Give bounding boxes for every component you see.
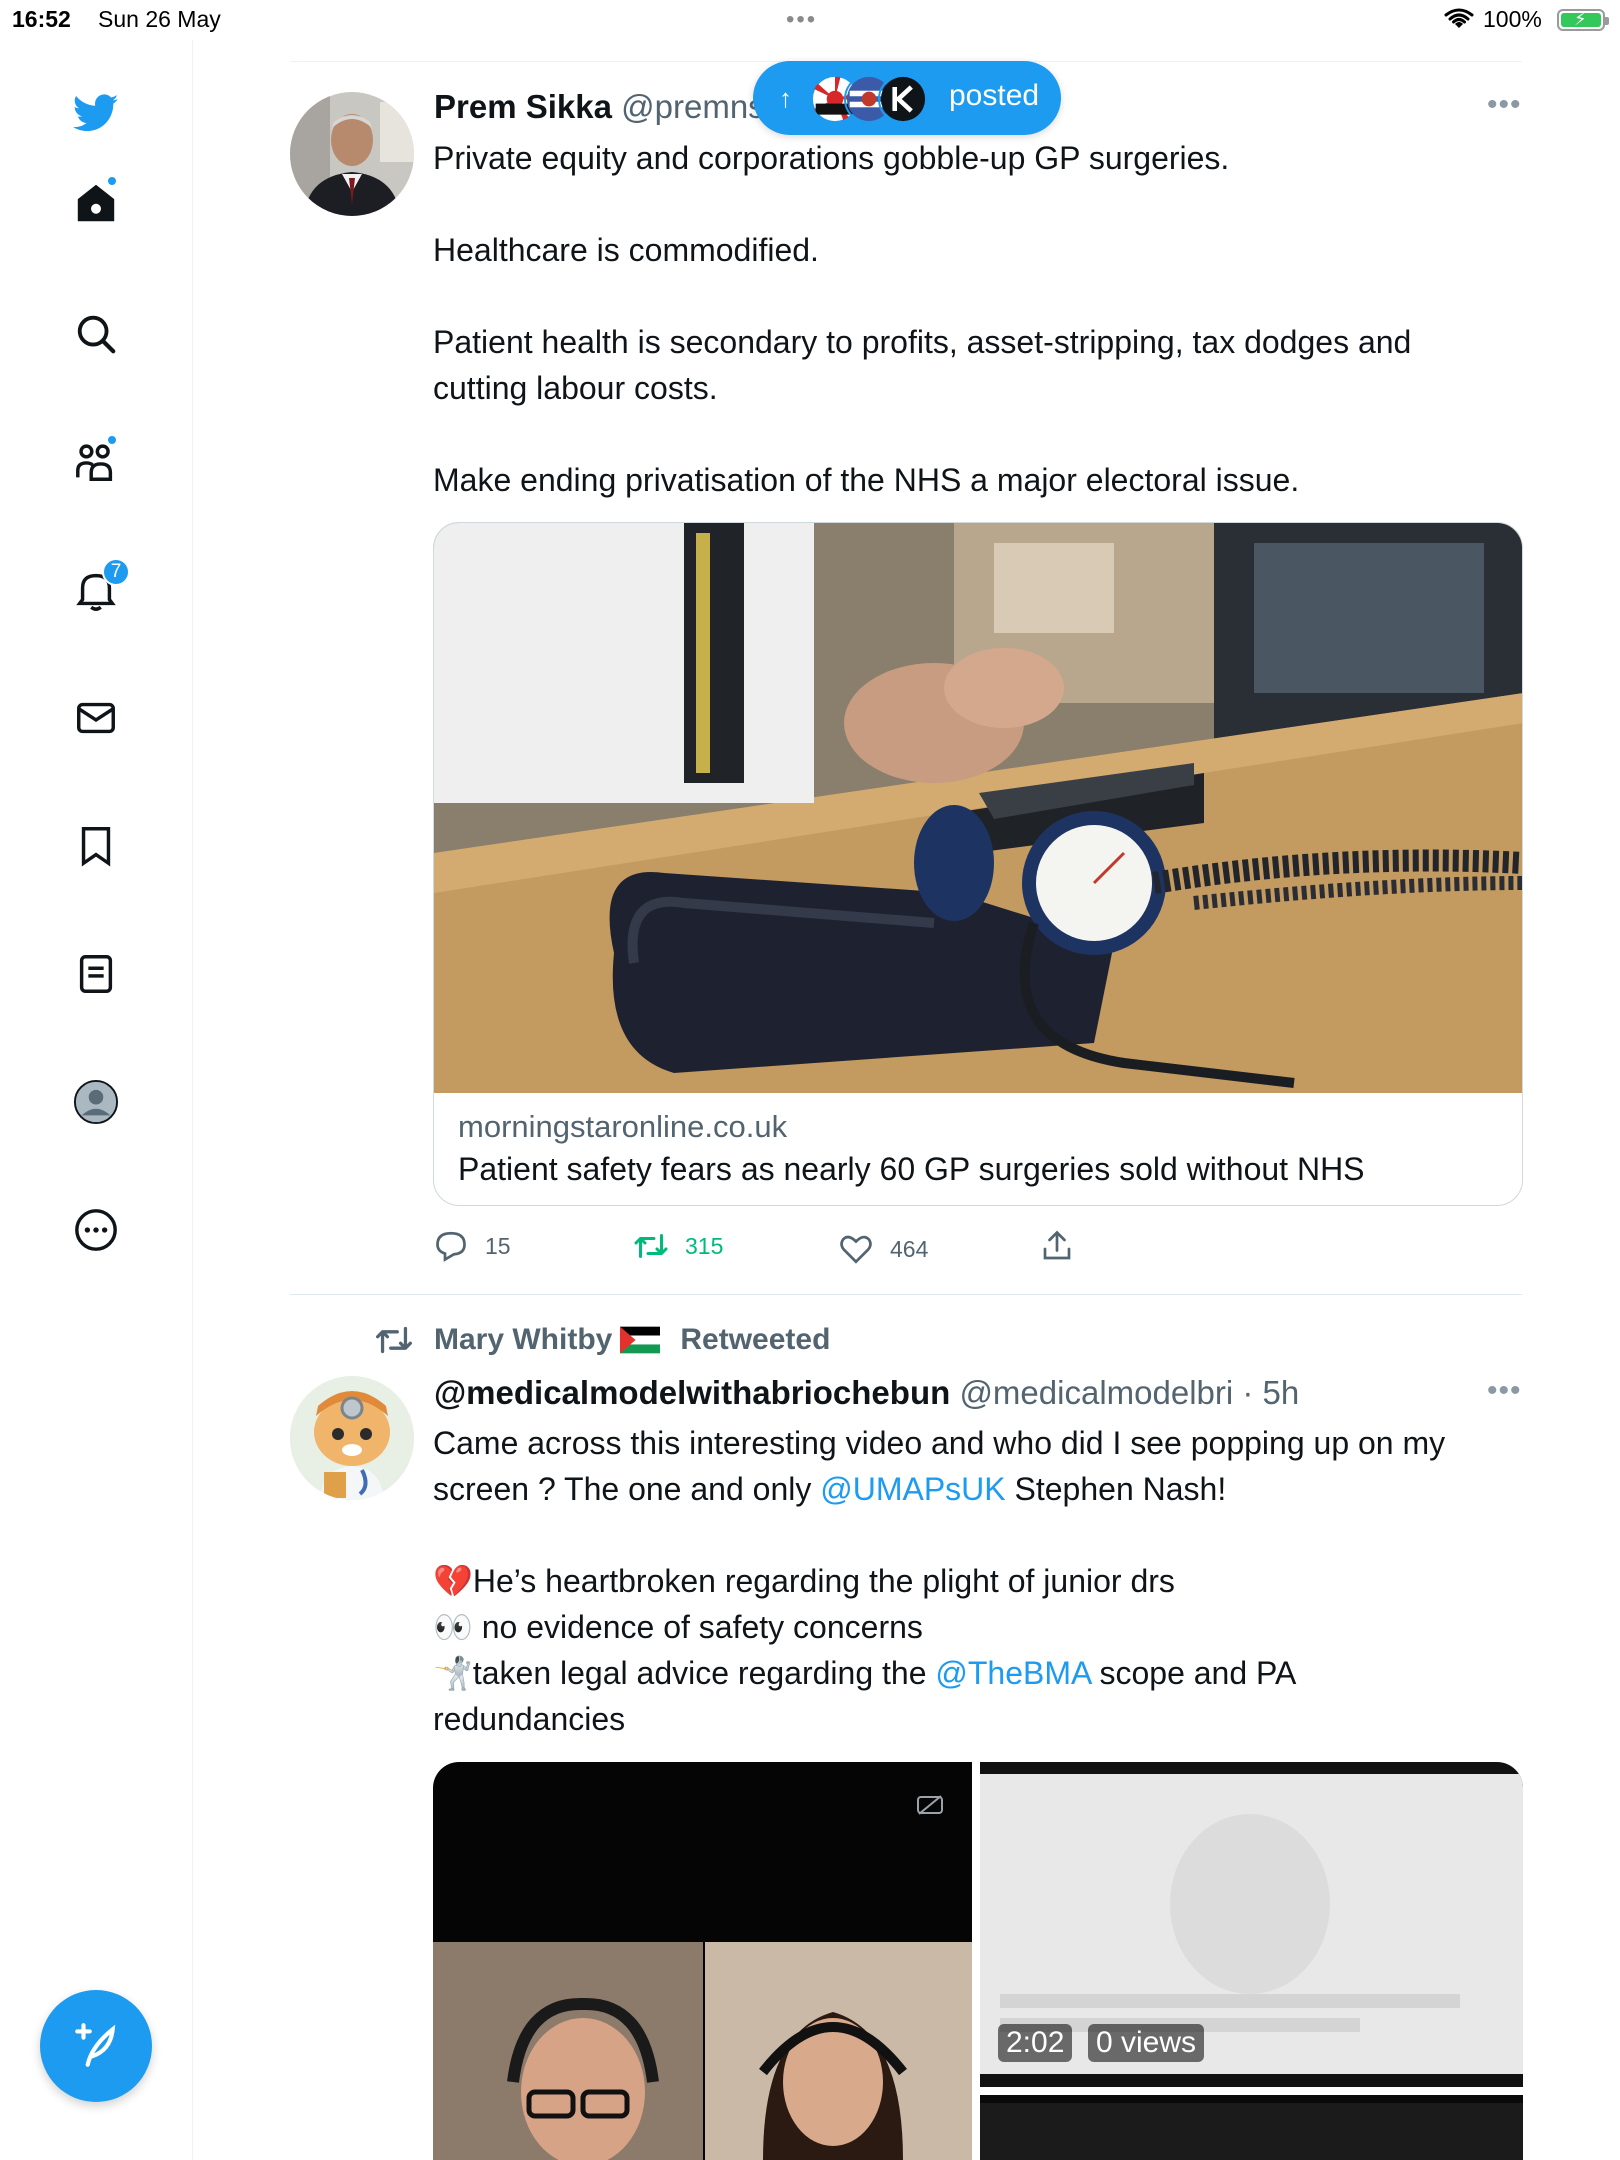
- tweet-text-line: Came across this interesting video and w…: [433, 1425, 1446, 1461]
- author-name[interactable]: Prem Sikka: [434, 88, 612, 125]
- profile-avatar-icon[interactable]: [70, 1076, 122, 1128]
- tweet-author-row: Prem Sikka @premns: [434, 88, 765, 126]
- battery-percent: 100%: [1483, 6, 1542, 32]
- twitter-logo-icon[interactable]: [70, 87, 122, 139]
- author-handle[interactable]: @medicalmodelbri: [959, 1374, 1233, 1411]
- link-card-title: Patient safety fears as nearly 60 GP sur…: [458, 1151, 1365, 1187]
- notifications-badge: 7: [102, 558, 130, 586]
- video-thumbnail-left[interactable]: [433, 1762, 972, 2160]
- lists-icon[interactable]: [70, 948, 122, 1000]
- posted-label: posted: [949, 79, 1040, 112]
- share-icon: [1043, 1230, 1071, 1260]
- like-button[interactable]: 464: [838, 1229, 928, 1269]
- reply-button[interactable]: 15: [433, 1226, 511, 1266]
- author-name[interactable]: @medicalmodelwithabriochebun: [434, 1374, 950, 1411]
- battery-icon: ⚡: [1557, 9, 1609, 31]
- tweet-time[interactable]: · 5h: [1242, 1374, 1299, 1411]
- tweet-more-icon[interactable]: •••: [1487, 1374, 1522, 1408]
- bookmark-icon[interactable]: [70, 820, 122, 872]
- tweet-body: Private equity and corporations gobble-u…: [433, 135, 1523, 503]
- tweet-text-line: Make ending privatisation of the NHS a m…: [433, 462, 1300, 498]
- like-count: 464: [890, 1235, 929, 1262]
- mention-thebma[interactable]: @TheBMA: [935, 1655, 1090, 1691]
- tweet-text-line: Healthcare is commodified.: [433, 232, 819, 268]
- poster-avatar: [878, 74, 928, 124]
- author-avatar[interactable]: [290, 92, 414, 216]
- tweet-text-line: redundancies: [433, 1701, 626, 1737]
- retweeted-by-header[interactable]: Mary Whitby Retweeted: [374, 1322, 830, 1358]
- retweeter-name: Mary Whitby: [434, 1323, 613, 1356]
- reply-count: 15: [485, 1232, 511, 1259]
- multitasking-dots-icon[interactable]: •••: [786, 6, 817, 34]
- home-icon[interactable]: [70, 175, 122, 229]
- video-views: 0 views: [1088, 2024, 1205, 2062]
- heart-icon: [840, 1235, 872, 1264]
- retweet-button[interactable]: 315: [633, 1226, 723, 1266]
- tweet-body: Came across this interesting video and w…: [433, 1420, 1523, 1742]
- retweet-icon: [634, 1234, 668, 1258]
- arrow-up-icon: ↑: [779, 82, 792, 113]
- video-thumbnail-right[interactable]: 2:02 0 views: [980, 1762, 1523, 2087]
- tweet-text-line: 💔He’s heartbroken regarding the plight o…: [433, 1563, 1175, 1599]
- tweet-more-icon[interactable]: •••: [1487, 88, 1522, 122]
- new-posts-pill[interactable]: ↑ posted: [753, 61, 1061, 135]
- reply-icon: [436, 1231, 466, 1262]
- captions-off-icon[interactable]: [917, 1794, 943, 1816]
- more-options-icon[interactable]: [70, 1204, 122, 1256]
- status-time: 16:52: [12, 6, 71, 32]
- link-card-domain: morningstaronline.co.uk: [458, 1109, 788, 1144]
- author-avatar[interactable]: [290, 1376, 414, 1500]
- search-icon[interactable]: [70, 308, 122, 360]
- tweet-media-grid[interactable]: 2:02 0 views: [433, 1762, 1523, 2160]
- tweet-text-line: Private equity and corporations gobble-u…: [433, 140, 1230, 176]
- tweet-divider: [290, 1294, 1522, 1295]
- palestine-flag-icon: [620, 1326, 661, 1354]
- tweet-text-line: 🤺taken legal advice regarding the @TheBM…: [433, 1650, 1523, 1696]
- tweet-text-span: screen ? The one and only: [433, 1471, 821, 1507]
- video-thumbnail-right-bottom[interactable]: [980, 2095, 1523, 2160]
- compose-tweet-button[interactable]: [40, 1990, 152, 2102]
- notifications-bell-icon[interactable]: 7: [70, 558, 130, 616]
- communities-icon[interactable]: [70, 434, 122, 488]
- tweet-text-line: 👀 no evidence of safety concerns: [433, 1609, 923, 1645]
- tweet-text-line: screen ? The one and only @UMAPsUK Steph…: [433, 1466, 1523, 1512]
- tweet-text-line: Patient health is secondary to profits, …: [433, 324, 1412, 360]
- video-duration: 2:02: [998, 2024, 1073, 2062]
- video-call-participants-image: [433, 1942, 972, 2160]
- retweet-count: 315: [685, 1232, 724, 1259]
- messages-envelope-icon[interactable]: [70, 692, 122, 744]
- tweet-text-span: Stephen Nash!: [1005, 1471, 1227, 1507]
- tweet-text-line: cutting labour costs.: [433, 370, 718, 406]
- tweet-text-span: 🤺taken legal advice regarding the: [433, 1655, 936, 1691]
- article-photo-blood-pressure-monitor: [434, 523, 1522, 1093]
- author-handle[interactable]: @premns: [621, 88, 765, 125]
- retweet-icon: [376, 1326, 412, 1354]
- sidebar: 7: [0, 40, 193, 2160]
- tweet-text-span: scope and PA: [1090, 1655, 1297, 1691]
- status-bar: 16:52 Sun 26 May ••• 100% ⚡: [0, 0, 1620, 40]
- tweet-author-row: @medicalmodelwithabriochebun @medicalmod…: [434, 1374, 1299, 1412]
- link-preview-card[interactable]: morningstaronline.co.uk Patient safety f…: [433, 522, 1523, 1206]
- status-date: Sun 26 May: [98, 6, 221, 32]
- wifi-icon: [1444, 8, 1474, 28]
- share-button[interactable]: [1039, 1226, 1091, 1266]
- mention-umapsuk[interactable]: @UMAPsUK: [820, 1471, 1005, 1507]
- retweeted-label: Retweeted: [680, 1323, 831, 1356]
